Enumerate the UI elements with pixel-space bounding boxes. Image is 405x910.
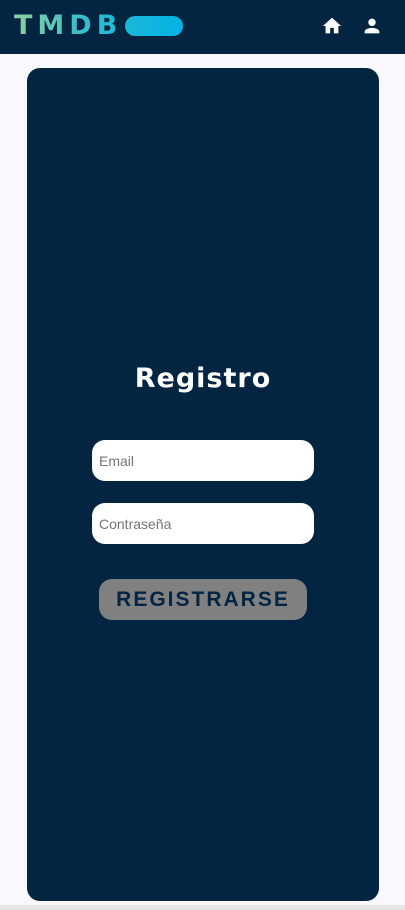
register-card: Registro REGISTRARSE <box>27 68 379 901</box>
email-field[interactable] <box>92 440 314 481</box>
page-title: Registro <box>134 363 272 394</box>
logo-pill-shape <box>125 16 184 36</box>
logo-text: TMDB <box>14 10 123 41</box>
user-icon[interactable] <box>361 15 383 37</box>
nav-icons <box>321 15 383 37</box>
register-button[interactable]: REGISTRARSE <box>99 579 307 620</box>
bottom-scroll-strip <box>0 905 405 910</box>
password-field[interactable] <box>92 503 314 544</box>
top-navbar: TMDB <box>0 0 405 54</box>
home-icon[interactable] <box>321 15 343 37</box>
tmdb-logo[interactable]: TMDB <box>14 10 184 41</box>
